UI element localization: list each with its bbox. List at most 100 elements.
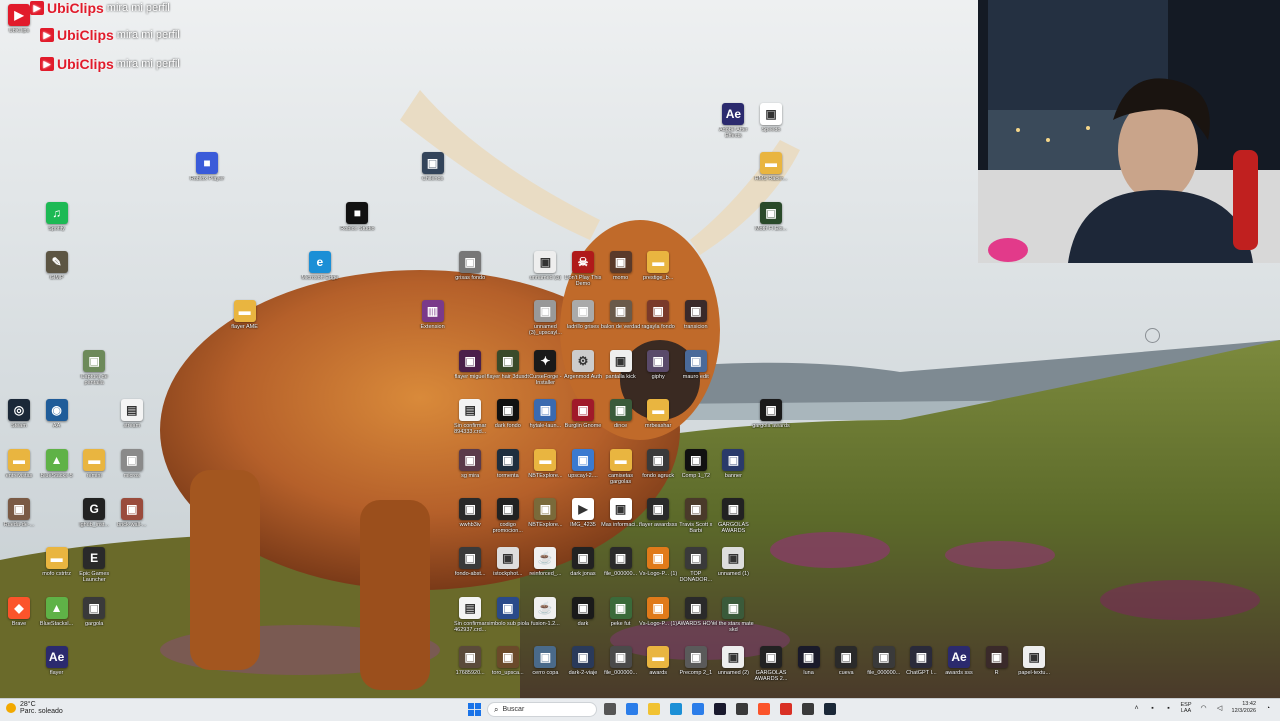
desktop-icon[interactable]: ▣ Mas informaci... xyxy=(601,498,640,546)
desktop-icon[interactable]: E Epic Games Launcher xyxy=(75,547,113,595)
desktop-icon[interactable]: ▣ unnamed (3) xyxy=(526,251,564,299)
arm-app-icon[interactable] xyxy=(736,703,748,715)
desktop-icon[interactable]: ▣ luna xyxy=(790,646,828,694)
chevron-up-icon[interactable]: ˄ xyxy=(1133,704,1141,712)
windows-start-icon[interactable] xyxy=(468,703,481,716)
desktop-icon[interactable]: ▣ gargola xyxy=(75,596,113,645)
desktop-icon[interactable]: ■ Roblox Player xyxy=(188,152,226,200)
desktop-icon[interactable]: ▬ awards xyxy=(639,646,677,694)
clock[interactable]: 13:42 12/3/2026 xyxy=(1232,701,1256,715)
desktop-icon[interactable]: ▣ Burglin Gnome xyxy=(564,399,602,447)
taskbar-search-box[interactable]: ⌕ Buscar xyxy=(487,702,597,717)
desktop-icon[interactable]: ▶ IMG_4235 xyxy=(564,498,602,546)
desktop-icon[interactable]: ▤ Sin confirmar 894333.crd... xyxy=(451,399,489,447)
desktop-icon[interactable]: ▣ GARGOLAS AWARDS 2... xyxy=(752,646,790,694)
desktop-icon[interactable]: ▣ cueva xyxy=(827,646,865,694)
desktop-icon[interactable]: Ae flayer xyxy=(38,646,76,694)
desktop-icon[interactable]: ▲ BlueStacks 5 xyxy=(38,448,76,497)
desktop-icon[interactable]: ▣ ladrillo grises xyxy=(564,300,602,348)
desktop-icon[interactable]: ▣ brick-wall-... xyxy=(113,498,151,546)
desktop-icon[interactable]: ▣ balon de verdad xyxy=(601,300,640,348)
desktop-icon[interactable]: ▣ simbolo sub piola xyxy=(487,596,529,645)
desktop-icon[interactable]: ☕ fusion-1.2... xyxy=(526,596,564,645)
fe-app-icon[interactable] xyxy=(714,703,726,715)
desktop-icon[interactable]: ▣ istockphot... xyxy=(489,547,527,595)
desktop-icon[interactable]: ▣ codigo promocion... xyxy=(489,498,527,546)
desktop-icon[interactable]: ▣ unnamed (2) xyxy=(714,646,752,694)
file-explorer-icon[interactable] xyxy=(648,703,660,715)
desktop-icon[interactable]: ▬ entrevistas xyxy=(0,448,38,497)
tray-app-icon[interactable]: ▪ xyxy=(1149,704,1157,712)
desktop-icon[interactable]: ▣ fondo-abst... xyxy=(451,547,489,595)
desktop-icon[interactable]: ▣ flayer hair 3dusdt xyxy=(487,349,529,398)
desktop-icon[interactable]: ◉ AA xyxy=(38,399,76,447)
desktop-icon[interactable]: ▣ toro_upsca... xyxy=(489,646,527,694)
desktop-icon[interactable]: ▣ file_000000... xyxy=(602,646,640,694)
desktop-icon[interactable]: ▬ camisetas gargolas xyxy=(602,448,640,497)
desktop-icon[interactable]: ✦ CurseForge - Installer xyxy=(526,349,564,398)
desktop-icon[interactable]: ☕ reinforced_... xyxy=(526,547,564,595)
desktop-icon[interactable]: ▣ dark xyxy=(564,596,602,645)
desktop-icon[interactable]: ▣ Precomp 2_1 xyxy=(677,646,715,694)
desktop-icon[interactable]: ▣ dince xyxy=(602,399,640,447)
taskview-icon[interactable] xyxy=(604,703,616,715)
desktop-icon[interactable]: ▬ remini xyxy=(75,448,113,497)
desktop-icon[interactable]: ▣ Chilenos xyxy=(414,152,452,200)
desktop-icon[interactable]: ▥ Extension xyxy=(414,300,452,348)
network-icon[interactable]: ◠ xyxy=(1200,704,1208,712)
desktop-icon[interactable]: ▣ grisas fondo xyxy=(451,251,489,299)
desktop-icon[interactable]: ▣ micros xyxy=(113,448,151,497)
desktop-icon[interactable]: ▣ papel-textu... xyxy=(1015,646,1053,694)
desktop-icon[interactable]: ☠ Don't Play This Demo xyxy=(564,251,602,299)
desktop-icon[interactable]: ▣ Moth Fl Exi... xyxy=(752,201,790,250)
desktop-icon[interactable]: ▬ NBTExplore... xyxy=(526,448,564,497)
desktop-icon[interactable]: ▣ ragayla fondo xyxy=(639,300,677,348)
edge-icon[interactable] xyxy=(670,703,682,715)
copilot-icon[interactable] xyxy=(626,703,638,715)
desktop-icon[interactable]: ▣ banner xyxy=(714,448,752,497)
desktop-icon[interactable]: ▣ upscayl-2.... xyxy=(564,448,602,497)
capture-app-icon[interactable] xyxy=(802,703,814,715)
desktop-icon[interactable]: ▣ dark jonas xyxy=(564,547,602,595)
desktop-icon[interactable]: ▣ AWARDS HOY xyxy=(677,596,715,645)
desktop-icon[interactable]: ▬ mofo cstrtrz xyxy=(38,547,76,595)
tray-app-icon-2[interactable]: ▪ xyxy=(1165,704,1173,712)
desktop-icon[interactable]: ▣ Speedo xyxy=(752,102,790,151)
store-icon[interactable] xyxy=(692,703,704,715)
desktop-icon[interactable]: ▣ Captura de pantalla xyxy=(75,349,113,398)
desktop-icon[interactable]: ▣ GARGOLAS AWARDS xyxy=(714,498,752,546)
desktop-icon[interactable]: ⚙ Argenmod Auth xyxy=(564,349,602,398)
desktop-icon[interactable]: ▣ pantalla kick xyxy=(602,349,640,398)
desktop-icon[interactable]: ▬ flayer AME xyxy=(226,300,264,348)
desktop-icon[interactable]: ▣ Travis Scott x Barbi xyxy=(677,498,715,546)
desktop-icon[interactable]: ◆ Brave xyxy=(0,596,38,645)
desktop-icon[interactable]: ▤ stream xyxy=(113,399,151,447)
desktop-icon[interactable]: ■ Roblox Studio xyxy=(338,201,376,250)
desktop-icon[interactable]: ▣ R xyxy=(978,646,1016,694)
volume-icon[interactable]: ◁ xyxy=(1216,704,1224,712)
desktop-icon[interactable]: ▣ Vs-Logo-P... (1) xyxy=(639,596,677,645)
brave-icon[interactable] xyxy=(758,703,770,715)
desktop-icon[interactable]: ▣ ChatGPT I... xyxy=(902,646,940,694)
desktop-icon[interactable]: Ae Adobe After Effects xyxy=(714,102,752,151)
desktop-icon[interactable]: ▤ Sin confirmar 462937.crd... xyxy=(451,596,489,645)
desktop-icon[interactable]: ▣ dark-2-viaje xyxy=(564,646,602,694)
desktop-icon[interactable]: ▣ peke fut xyxy=(602,596,640,645)
desktop-icon[interactable]: ▲ BlueStacksl... xyxy=(38,596,76,645)
weather-widget[interactable]: 28°C Parc. soleado xyxy=(6,701,63,715)
input-language[interactable]: ESP LAA xyxy=(1181,702,1192,714)
desktop-icon[interactable]: ▣ TOP DONADOR... xyxy=(677,547,715,595)
desktop-icon[interactable]: ▣ flayer miguel xyxy=(451,349,489,398)
desktop-icon[interactable]: ▣ el the stars mate skd xyxy=(713,596,754,645)
desktop-icon[interactable]: ▣ giphy xyxy=(639,349,677,398)
steam-icon[interactable] xyxy=(824,703,836,715)
desktop-icon[interactable]: ▣ gargola awards xyxy=(752,399,790,447)
desktop-icon[interactable]: ◎ Steam xyxy=(0,399,38,447)
desktop-icon[interactable]: ▣ Comp 1_72 xyxy=(677,448,715,497)
desktop-icon[interactable]: ▣ cerro copa xyxy=(526,646,564,694)
desktop-icon[interactable]: ▣ hytale-laun... xyxy=(526,399,564,447)
desktop-icon[interactable]: ▣ Rueda-de-... xyxy=(0,498,38,546)
desktop-icon[interactable]: ▣ mauro edit xyxy=(677,349,715,398)
desktop-icon[interactable]: ▣ wwhb3iv xyxy=(451,498,489,546)
desktop-icon[interactable]: ▣ NBTExplore... xyxy=(526,498,564,546)
